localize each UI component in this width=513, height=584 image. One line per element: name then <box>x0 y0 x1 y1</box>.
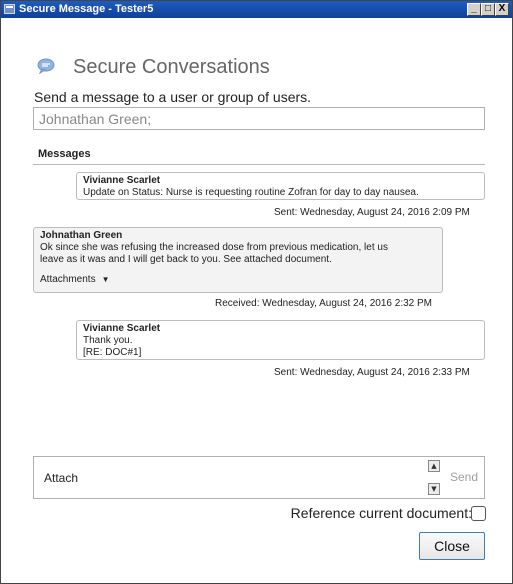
messages-heading: Messages <box>38 148 91 160</box>
message-text: [RE: DOC#1] <box>83 347 142 358</box>
message-bubble-sent: Vivianne Scarlet Update on Status: Nurse… <box>76 172 485 200</box>
chevron-down-icon: ▼ <box>101 275 110 284</box>
compose-placeholder: Attach <box>44 471 79 485</box>
recipients-input[interactable]: Johnathan Green; <box>33 107 485 130</box>
message-sender: Vivianne Scarlet <box>83 175 161 186</box>
message-compose-input[interactable]: Attach ▲ ▼ Send <box>33 456 485 499</box>
scroll-down-icon[interactable]: ▼ <box>428 483 440 495</box>
window-title: Secure Message - Tester5 <box>19 3 154 15</box>
reference-document-label: Reference current document: <box>290 505 472 521</box>
message-text: Ok since she was refusing the increased … <box>40 242 388 253</box>
message-text: Update on Status: Nurse is requesting ro… <box>83 187 419 198</box>
secure-message-window: Secure Message - Tester5 _ □ X Secure Co… <box>0 0 513 584</box>
message-text: leave as it was and I will get back to y… <box>40 254 332 265</box>
window-controls: _ □ X <box>467 3 509 16</box>
attachments-dropdown[interactable]: Attachments ▼ <box>40 274 436 286</box>
reference-document-checkbox[interactable] <box>471 506 486 521</box>
page-title: Secure Conversations <box>73 56 270 78</box>
messages-divider <box>33 164 485 165</box>
message-sender: Vivianne Scarlet <box>83 323 161 334</box>
message-sender: Johnathan Green <box>40 230 123 241</box>
message-timestamp: Sent: Wednesday, August 24, 2016 2:33 PM <box>274 367 470 378</box>
send-button[interactable]: Send <box>450 470 478 484</box>
maximize-button[interactable]: □ <box>481 3 495 16</box>
scroll-up-icon[interactable]: ▲ <box>428 460 440 472</box>
app-window-icon <box>4 4 15 14</box>
message-text: Thank you. <box>83 335 133 346</box>
minimize-button[interactable]: _ <box>467 3 481 16</box>
message-bubble-sent: Vivianne Scarlet Thank you. [RE: DOC#1] <box>76 320 485 360</box>
title-bar[interactable]: Secure Message - Tester5 _ □ X <box>1 1 512 18</box>
attachments-label: Attachments <box>40 274 96 285</box>
close-button[interactable]: Close <box>419 532 485 560</box>
message-timestamp: Received: Wednesday, August 24, 2016 2:3… <box>215 298 432 309</box>
message-bubble-received: Johnathan Green Ok since she was refusin… <box>33 227 443 293</box>
close-window-button[interactable]: X <box>495 3 509 16</box>
message-timestamp: Sent: Wednesday, August 24, 2016 2:09 PM <box>274 207 470 218</box>
page-subtitle: Send a message to a user or group of use… <box>34 89 312 105</box>
chat-bubble-icon <box>37 58 55 74</box>
